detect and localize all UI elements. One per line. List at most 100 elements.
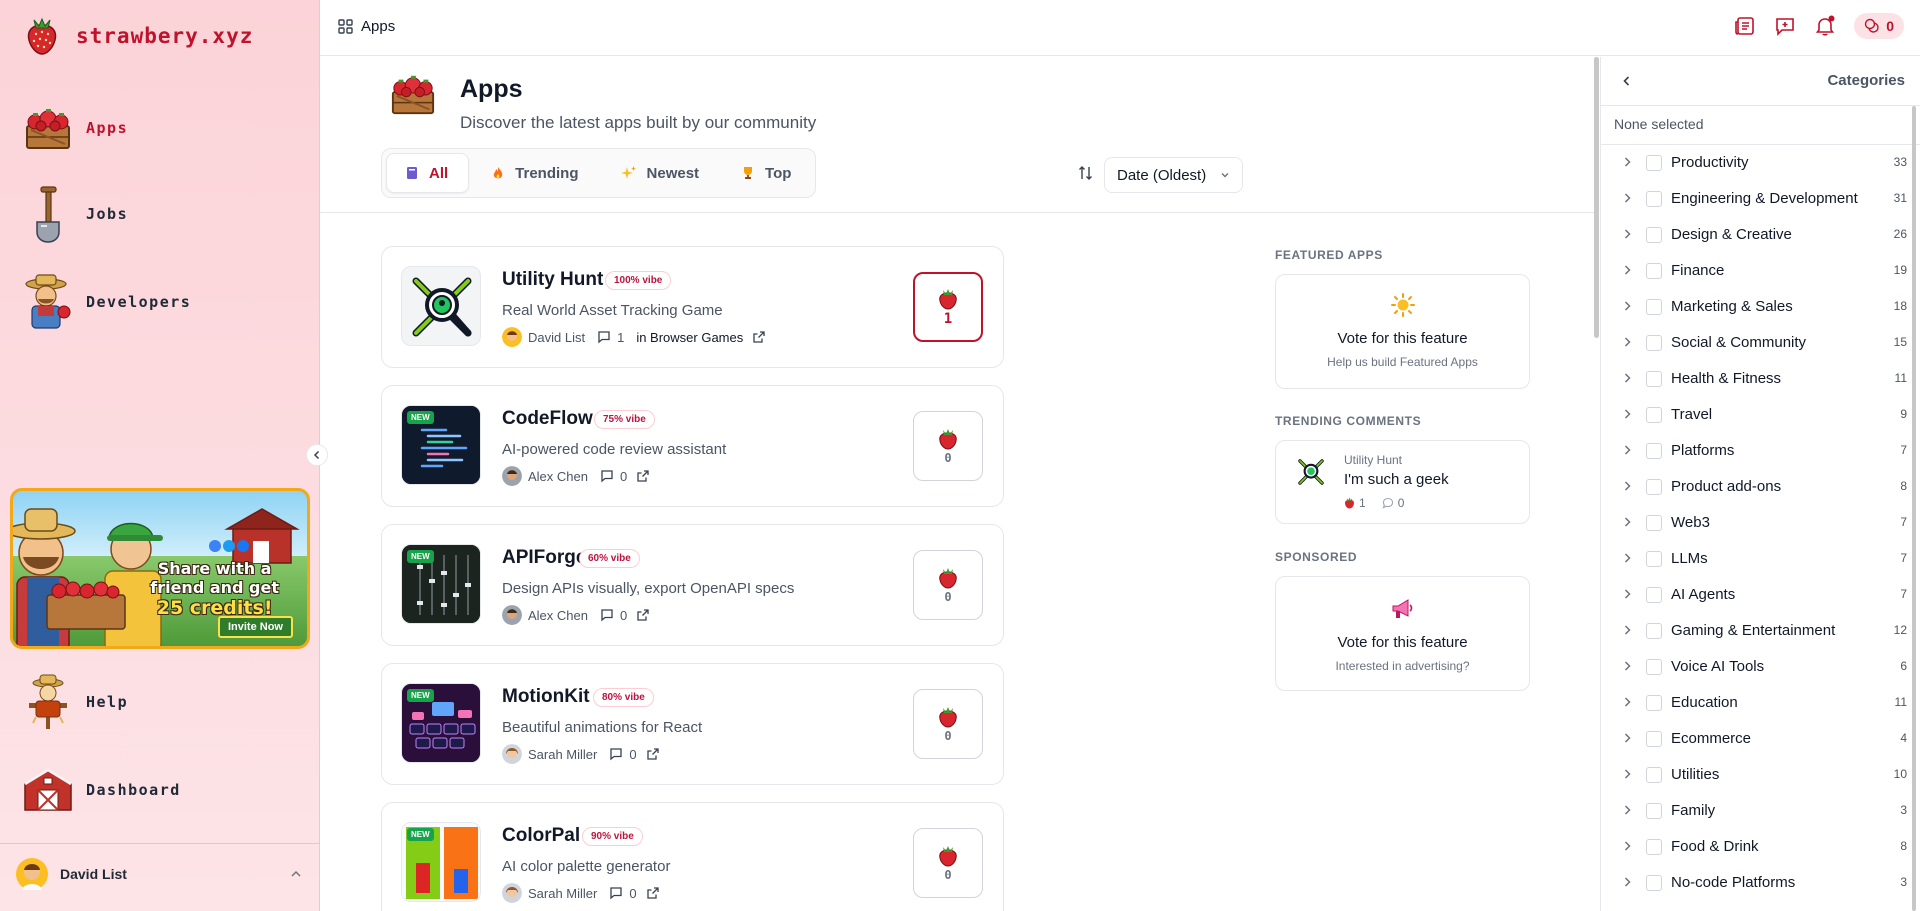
upvote-button[interactable]: 0: [913, 828, 983, 898]
upvote-button[interactable]: 0: [913, 411, 983, 481]
category-checkbox[interactable]: [1646, 371, 1662, 387]
category-checkbox[interactable]: [1646, 731, 1662, 747]
app-card[interactable]: NEW MotionKit 80% vibe Beautiful animati…: [381, 663, 1004, 785]
credits-button[interactable]: 0: [1854, 13, 1904, 39]
upvote-button[interactable]: 0: [913, 550, 983, 620]
app-name[interactable]: MotionKit: [502, 686, 590, 708]
category-checkbox[interactable]: [1646, 767, 1662, 783]
category-checkbox[interactable]: [1646, 335, 1662, 351]
category-item[interactable]: Ecommerce 4: [1601, 721, 1913, 757]
category-item[interactable]: Travel 9: [1601, 397, 1913, 433]
chevron-right-icon[interactable]: [1621, 372, 1633, 384]
invite-now-button[interactable]: Invite Now: [217, 616, 293, 638]
chevron-right-icon[interactable]: [1621, 336, 1633, 348]
chevron-right-icon[interactable]: [1621, 588, 1633, 600]
bell-icon[interactable]: [1814, 15, 1836, 37]
app-name[interactable]: Utility Hunt: [502, 269, 603, 291]
chevron-right-icon[interactable]: [1621, 768, 1633, 780]
category-checkbox[interactable]: [1646, 263, 1662, 279]
chevron-right-icon[interactable]: [1621, 480, 1633, 492]
category-checkbox[interactable]: [1646, 407, 1662, 423]
category-checkbox[interactable]: [1646, 623, 1662, 639]
category-item[interactable]: Utilities 10: [1601, 757, 1913, 793]
chevron-right-icon[interactable]: [1621, 408, 1633, 420]
sort-select[interactable]: Date (Oldest): [1104, 157, 1243, 193]
author-name[interactable]: Alex Chen: [528, 608, 588, 623]
category-checkbox[interactable]: [1646, 803, 1662, 819]
sidebar-collapse-button[interactable]: [306, 444, 328, 466]
nav-apps[interactable]: Apps: [22, 98, 128, 158]
category-checkbox[interactable]: [1646, 299, 1662, 315]
chevron-right-icon[interactable]: [1621, 660, 1633, 672]
categories-scrollbar[interactable]: [1912, 106, 1916, 911]
category-item[interactable]: Web3 7: [1601, 505, 1913, 541]
author-name[interactable]: Alex Chen: [528, 469, 588, 484]
author-name[interactable]: David List: [528, 330, 585, 345]
category-checkbox[interactable]: [1646, 443, 1662, 459]
category-item[interactable]: Family 3: [1601, 793, 1913, 829]
nav-developers[interactable]: Developers: [22, 272, 191, 332]
sort-icon[interactable]: [1078, 165, 1094, 181]
category-checkbox[interactable]: [1646, 587, 1662, 603]
chevron-left-icon[interactable]: [1621, 75, 1633, 87]
external-link-icon[interactable]: [646, 748, 659, 760]
tab-newest[interactable]: Newest: [603, 153, 720, 193]
avatar[interactable]: [502, 605, 522, 625]
chevron-right-icon[interactable]: [1621, 192, 1633, 204]
category-item[interactable]: Social & Community 15: [1601, 325, 1913, 361]
breadcrumb[interactable]: Apps: [338, 18, 395, 35]
category-item[interactable]: Design & Creative 26: [1601, 217, 1913, 253]
category-item[interactable]: Finance 19: [1601, 253, 1913, 289]
tab-top[interactable]: Top: [723, 153, 811, 193]
app-card[interactable]: NEW CodeFlow 75% vibe AI-powered code re…: [381, 385, 1004, 507]
chevron-right-icon[interactable]: [1621, 516, 1633, 528]
featured-card[interactable]: Vote for this feature Help us build Feat…: [1275, 274, 1530, 389]
category-item[interactable]: Platforms 7: [1601, 433, 1913, 469]
nav-dashboard[interactable]: Dashboard: [22, 760, 181, 820]
external-link-icon[interactable]: [646, 887, 659, 899]
chevron-right-icon[interactable]: [1621, 624, 1633, 636]
category-checkbox[interactable]: [1646, 839, 1662, 855]
nav-help[interactable]: Help: [22, 672, 128, 732]
newspaper-icon[interactable]: [1734, 15, 1756, 37]
category-item[interactable]: Marketing & Sales 18: [1601, 289, 1913, 325]
trending-comment-card[interactable]: Utility Hunt I'm such a geek 1 0: [1275, 440, 1530, 524]
sponsored-card[interactable]: Vote for this feature Interested in adve…: [1275, 576, 1530, 691]
tab-trending[interactable]: Trending: [473, 153, 598, 193]
app-name[interactable]: CodeFlow: [502, 408, 593, 430]
avatar[interactable]: [502, 466, 522, 486]
tab-all[interactable]: All: [386, 153, 470, 193]
external-link-icon[interactable]: [637, 470, 649, 482]
category-item[interactable]: No-code Platforms 3: [1601, 865, 1913, 901]
category-checkbox[interactable]: [1646, 551, 1662, 567]
app-name[interactable]: APIForge: [502, 547, 586, 569]
avatar[interactable]: [502, 327, 522, 347]
category-checkbox[interactable]: [1646, 227, 1662, 243]
chevron-right-icon[interactable]: [1621, 228, 1633, 240]
chevron-right-icon[interactable]: [1621, 840, 1633, 852]
category-checkbox[interactable]: [1646, 875, 1662, 891]
avatar[interactable]: [502, 883, 522, 903]
author-name[interactable]: Sarah Miller: [528, 886, 597, 901]
category-item[interactable]: Product add-ons 8: [1601, 469, 1913, 505]
brand-logo[interactable]: strawbery.xyz: [24, 16, 253, 56]
category-checkbox[interactable]: [1646, 515, 1662, 531]
add-post-icon[interactable]: [1774, 15, 1796, 37]
category-item[interactable]: Engineering & Development 31: [1601, 181, 1913, 217]
category-checkbox[interactable]: [1646, 479, 1662, 495]
upvote-button[interactable]: 1: [913, 272, 983, 342]
category-item[interactable]: Productivity 33: [1601, 145, 1913, 181]
category-item[interactable]: LLMs 7: [1601, 541, 1913, 577]
app-name[interactable]: ColorPal: [502, 825, 580, 847]
chevron-right-icon[interactable]: [1621, 264, 1633, 276]
category-item[interactable]: AI Agents 7: [1601, 577, 1913, 613]
category-item[interactable]: Food & Drink 8: [1601, 829, 1913, 865]
main-scrollbar[interactable]: [1594, 57, 1599, 338]
app-card[interactable]: NEW ColorPal 90% vibe AI color palette g…: [381, 802, 1004, 911]
external-link-icon[interactable]: [637, 609, 649, 621]
category-item[interactable]: Voice AI Tools 6: [1601, 649, 1913, 685]
chevron-right-icon[interactable]: [1621, 156, 1633, 168]
category-checkbox[interactable]: [1646, 659, 1662, 675]
app-card[interactable]: NEW APIForge 60% vibe Design APIs visual…: [381, 524, 1004, 646]
comment-app-name[interactable]: Utility Hunt: [1344, 453, 1402, 467]
